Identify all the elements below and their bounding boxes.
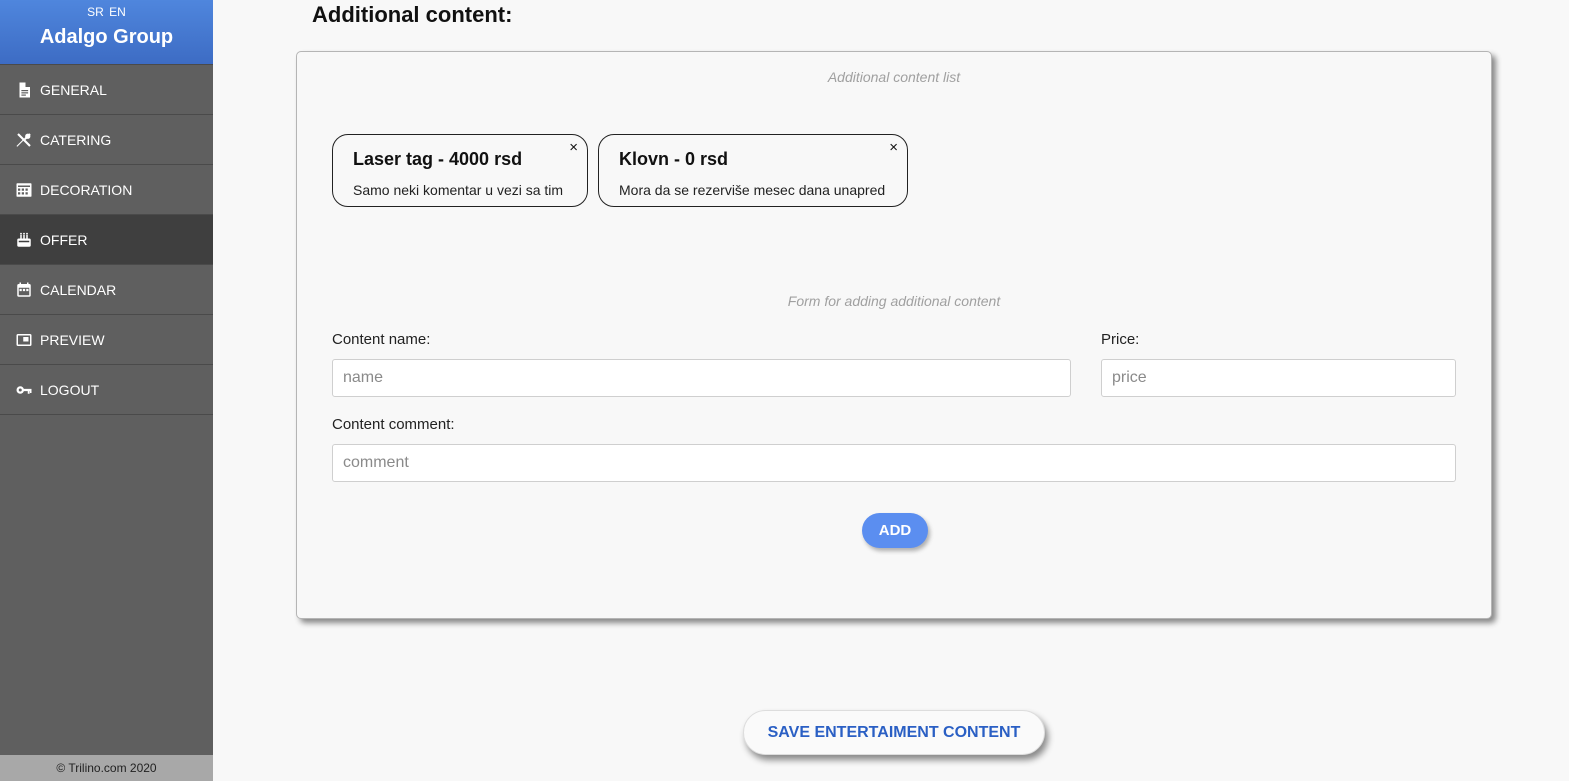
language-switcher: SR EN [0,0,213,22]
form-caption: Form for adding additional content [787,293,1001,309]
nav-item-offer[interactable]: OFFER [0,215,213,265]
content-card-comment: Mora da se rezerviše mesec dana unapred [619,182,886,198]
price-input[interactable] [1101,359,1456,397]
close-icon[interactable]: × [889,139,898,156]
brand-name: Adalgo Group [39,26,174,48]
nav-item-label: CALENDAR [40,281,117,298]
calendar-icon [14,280,34,300]
content-comment-input[interactable] [332,444,1456,482]
language-sr-link[interactable]: SR [87,5,104,19]
nav-item-decoration[interactable]: DECORATION [0,165,213,215]
additional-content-panel: Additional content list Laser tag - 4000… [296,51,1492,619]
sidebar-header: SR EN Adalgo Group [0,0,213,65]
page-title: Additional content: [312,2,513,27]
nav-item-calendar[interactable]: CALENDAR [0,265,213,315]
content-name-input[interactable] [332,359,1071,397]
content-card-title: Laser tag - 4000 rsd [353,149,523,169]
nav-item-preview[interactable]: PREVIEW [0,315,213,365]
content-card: Laser tag - 4000 rsd Samo neki komentar … [332,134,588,207]
sidebar: SR EN Adalgo Group GENERAL CATERING DECO… [0,0,213,781]
save-entertainment-content-button[interactable]: SAVE ENTERTAIMENT CONTENT [743,710,1045,755]
nav-item-label: DECORATION [40,181,133,198]
content-card-title: Klovn - 0 rsd [619,149,729,169]
content-comment-label: Content comment: [332,416,455,433]
nav-item-general[interactable]: GENERAL [0,65,213,115]
content-name-label: Content name: [332,331,431,348]
add-button[interactable]: ADD [862,513,928,548]
list-caption: Additional content list [827,69,961,85]
nav-item-logout[interactable]: LOGOUT [0,365,213,415]
content-card-comment: Samo neki komentar u vezi sa tim [353,182,564,198]
nav-item-label: PREVIEW [40,331,105,348]
price-label: Price: [1101,331,1140,348]
close-icon[interactable]: × [569,139,578,156]
preview-icon [14,330,34,350]
document-icon [14,80,34,100]
cake-icon [14,230,34,250]
language-en-link[interactable]: EN [109,5,126,19]
nav-item-catering[interactable]: CATERING [0,115,213,165]
utensils-icon [14,130,34,150]
content-card: Klovn - 0 rsd Mora da se rezerviše mesec… [598,134,908,207]
nav-item-label: OFFER [40,231,88,248]
decoration-icon [14,180,34,200]
key-icon [14,380,34,400]
footer-copyright: © Trilino.com 2020 [0,755,213,781]
nav-item-label: CATERING [40,131,112,148]
nav-item-label: GENERAL [40,81,107,98]
nav-item-label: LOGOUT [40,381,100,398]
